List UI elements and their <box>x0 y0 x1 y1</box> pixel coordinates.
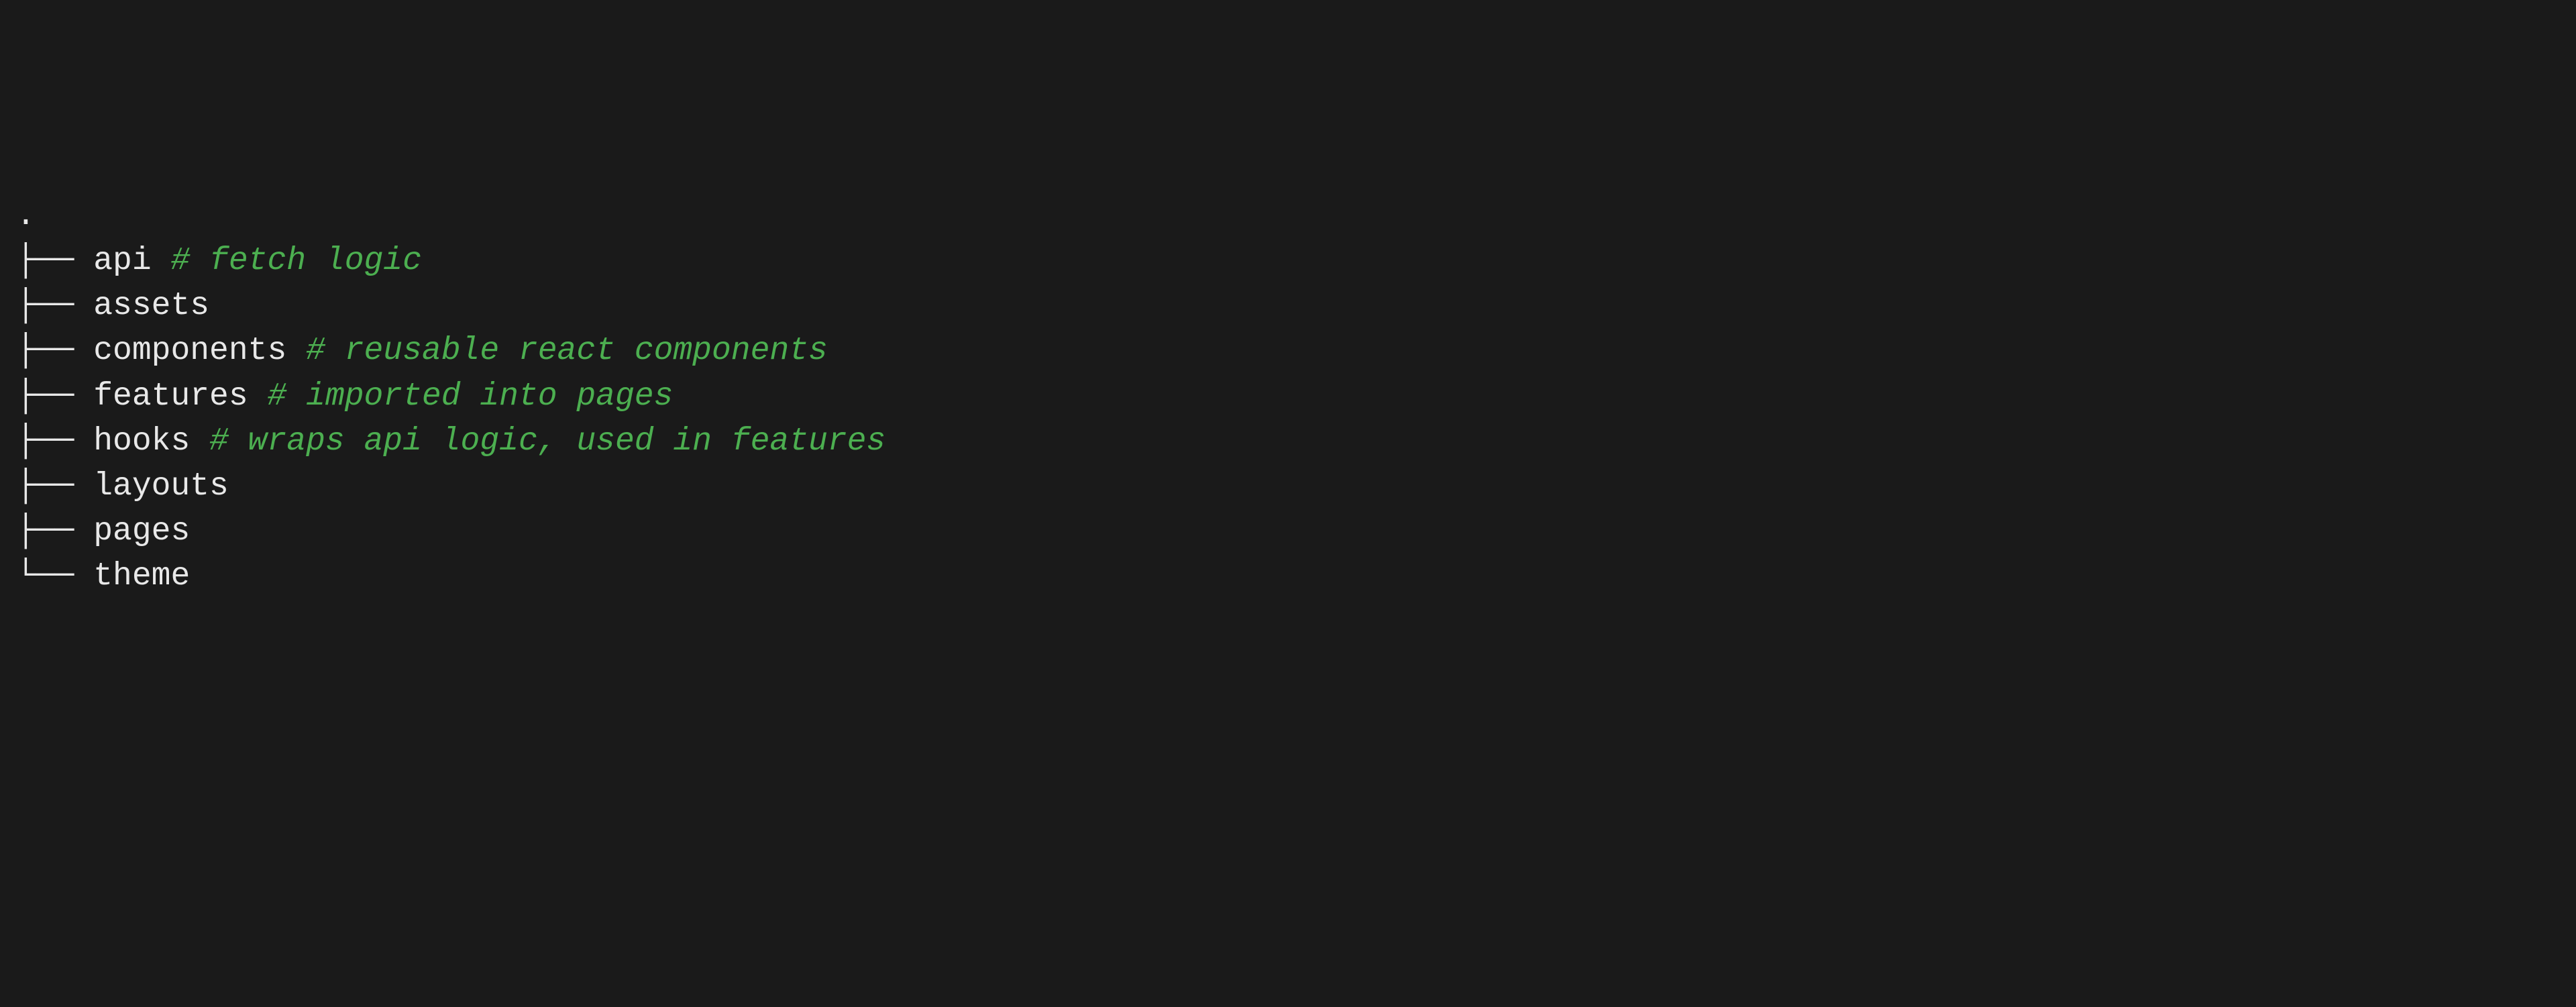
dir-name: assets <box>93 288 209 324</box>
tree-connector-icon: ├── <box>16 468 93 505</box>
dir-comment: # imported into pages <box>267 378 673 415</box>
tree-connector-icon: ├── <box>16 513 93 549</box>
dir-name: hooks <box>93 423 190 460</box>
tree-entry: ├── layouts <box>16 464 2560 509</box>
tree-connector-icon: ├── <box>16 333 93 369</box>
dir-comment: # fetch logic <box>170 243 421 279</box>
tree-connector-icon: ├── <box>16 378 93 415</box>
tree-entry: └── theme <box>16 554 2560 599</box>
tree-connector-icon: └── <box>16 558 93 594</box>
tree-connector-icon: ├── <box>16 243 93 279</box>
tree-entry: ├── pages <box>16 509 2560 554</box>
root-dot: . <box>16 198 36 234</box>
dir-name: features <box>93 378 248 415</box>
tree-entry: ├── hooks # wraps api logic, used in fea… <box>16 419 2560 464</box>
tree-entry: ├── api # fetch logic <box>16 239 2560 284</box>
dir-comment: # wraps api logic, used in features <box>209 423 885 460</box>
dir-name: components <box>93 333 286 369</box>
dir-name: pages <box>93 513 190 549</box>
tree-root-line: . <box>16 194 2560 239</box>
dir-name: api <box>93 243 151 279</box>
tree-connector-icon: ├── <box>16 288 93 324</box>
directory-tree: .├── api # fetch logic├── assets├── comp… <box>16 194 2560 600</box>
tree-connector-icon: ├── <box>16 423 93 460</box>
dir-name: layouts <box>93 468 229 505</box>
tree-entry: ├── features # imported into pages <box>16 374 2560 419</box>
dir-name: theme <box>93 558 190 594</box>
tree-entry: ├── components # reusable react componen… <box>16 329 2560 374</box>
tree-entry: ├── assets <box>16 284 2560 329</box>
dir-comment: # reusable react components <box>306 333 828 369</box>
